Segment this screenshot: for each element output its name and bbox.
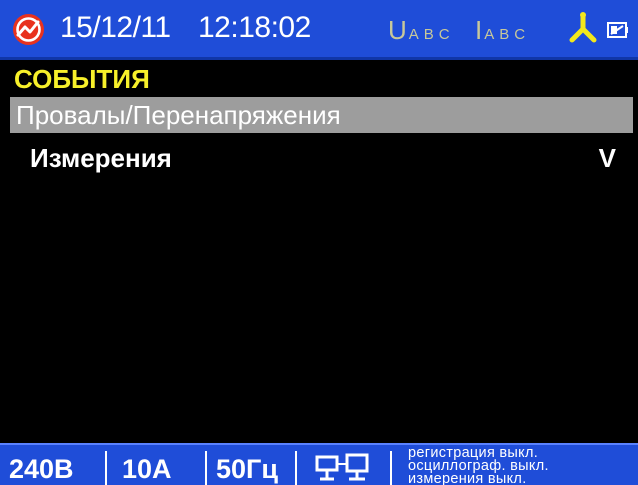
voltage-indicator-phases: ABC	[408, 26, 455, 43]
battery-icon	[607, 22, 628, 38]
nominal-frequency: 50Гц	[216, 454, 278, 484]
current-indicator-phases: ABC	[484, 26, 531, 43]
current-indicator-letter: I	[475, 15, 483, 45]
bottom-status-bar: 240В 10А 50Гц регистрация выкл. осциллог…	[0, 443, 638, 485]
current-indicator: I ABC	[475, 16, 530, 49]
menu-item-dips-swells[interactable]: Провалы/Перенапряжения	[10, 97, 633, 133]
status-time: 12:18:02	[198, 11, 311, 44]
status-date: 15/12/11	[60, 11, 171, 44]
device-screen: 15/12/11 12:18:02 U ABC I ABC СОБЫТИЯ Пров…	[0, 0, 638, 485]
divider	[390, 451, 392, 485]
divider	[105, 451, 107, 485]
menu-title: СОБЫТИЯ	[14, 64, 150, 94]
voltage-indicator: U ABC	[388, 16, 455, 49]
network-icon	[315, 453, 369, 481]
menu-item-value: V	[598, 143, 616, 173]
menu-item-label: Измерения	[30, 143, 172, 173]
divider	[295, 451, 297, 485]
nominal-current: 10А	[122, 454, 172, 484]
logo-icon	[13, 14, 44, 45]
menu-item-measurements[interactable]: Измерения V	[10, 140, 633, 176]
nominal-voltage: 240В	[9, 454, 74, 484]
divider	[205, 451, 207, 485]
status-line-measurements: измерения выкл.	[408, 471, 527, 485]
phase-diagram-icon	[569, 12, 597, 43]
recording-status: регистрация выкл. осциллограф. выкл. изм…	[408, 446, 549, 485]
top-status-bar: 15/12/11 12:18:02 U ABC I ABC	[0, 0, 638, 60]
voltage-indicator-letter: U	[388, 15, 407, 45]
menu-item-label: Провалы/Перенапряжения	[16, 100, 341, 130]
